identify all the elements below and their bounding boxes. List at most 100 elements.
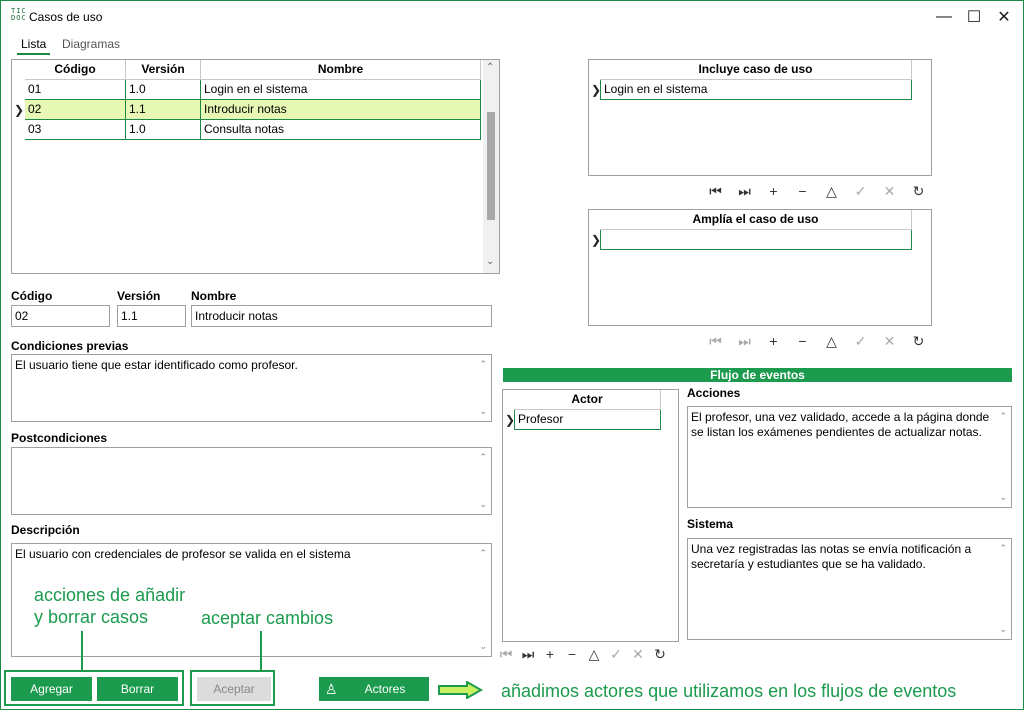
annotation-actors: añadimos actores que utilizamos en los f… [501, 681, 957, 701]
scroll-down-icon[interactable]: ⌄ [486, 256, 494, 267]
last-icon[interactable]: ⏭ [517, 644, 539, 664]
confirm-icon[interactable]: ✓ [605, 644, 627, 664]
first-icon[interactable]: ⏮ [495, 644, 517, 664]
sistema-label: Sistema [687, 517, 734, 531]
scroll-down-icon[interactable]: ⌄ [479, 404, 487, 419]
includes-header[interactable]: Incluye caso de uso [600, 60, 912, 80]
version-label: Versión [117, 289, 161, 303]
actor-icon: ♙ [325, 681, 338, 697]
tab-lista[interactable]: Lista [17, 35, 51, 55]
window-title: Casos de uso [29, 10, 103, 24]
cell-codigo: 03 [25, 120, 126, 140]
precond-textarea[interactable]: El usuario tiene que estar identificado … [11, 354, 492, 422]
annotation-line [260, 631, 262, 671]
extends-header[interactable]: Amplía el caso de uso [600, 210, 912, 230]
scroll-down-icon[interactable]: ⌄ [479, 639, 487, 654]
cell-version: 1.0 [126, 80, 201, 100]
nombre-input[interactable]: Introducir notas [191, 305, 492, 327]
scroll-down-icon[interactable]: ⌄ [479, 497, 487, 512]
desc-label: Descripción [11, 523, 80, 537]
postcond-label: Postcondiciones [11, 431, 108, 445]
scroll-up-icon[interactable]: ⌃ [999, 409, 1007, 424]
tab-diagramas[interactable]: Diagramas [58, 35, 124, 55]
actor-header[interactable]: Actor [514, 390, 661, 410]
extends-nav: ⏮ ⏭ + − △ ✓ ✕ ↻ [701, 331, 933, 351]
cell-version: 1.0 [126, 120, 201, 140]
acciones-textarea[interactable]: El profesor, una vez validado, accede a … [687, 406, 1012, 508]
scroll-down-icon[interactable]: ⌄ [999, 490, 1007, 505]
add-icon[interactable]: + [539, 644, 561, 664]
first-icon[interactable]: ⏮ [701, 331, 730, 351]
acciones-label: Acciones [687, 386, 741, 400]
agregar-button[interactable]: Agregar [11, 677, 92, 701]
annotation-add-delete: acciones de añadir y borrar casos [34, 585, 186, 627]
close-button[interactable]: ✕ [989, 5, 1019, 29]
actores-button-label: Actores [364, 682, 406, 696]
column-header-codigo[interactable]: Código [25, 60, 126, 80]
refresh-icon[interactable]: ↻ [649, 644, 671, 664]
borrar-button[interactable]: Borrar [97, 677, 178, 701]
cell-nombre: Login en el sistema [201, 80, 481, 100]
extends-cell [600, 230, 912, 250]
scroll-up-icon[interactable]: ⌃ [999, 541, 1007, 556]
actor-nav: ⏮ ⏭ + − △ ✓ ✕ ↻ [495, 644, 671, 664]
refresh-icon[interactable]: ↻ [904, 181, 933, 201]
refresh-icon[interactable]: ↻ [904, 331, 933, 351]
first-icon[interactable]: ⏮ [701, 181, 730, 201]
table-row-selected[interactable]: ❯ 02 1.1 Introducir notas [12, 100, 482, 120]
remove-icon[interactable]: − [788, 331, 817, 351]
desc-text: El usuario con credenciales de profesor … [15, 547, 351, 561]
acciones-text: El profesor, una vez validado, accede a … [691, 410, 990, 439]
confirm-icon[interactable]: ✓ [846, 331, 875, 351]
precond-label: Condiciones previas [11, 339, 129, 353]
remove-icon[interactable]: − [561, 644, 583, 664]
cell-version: 1.1 [126, 100, 201, 120]
cancel-icon[interactable]: ✕ [875, 181, 904, 201]
remove-icon[interactable]: − [788, 181, 817, 201]
includes-nav: ⏮ ⏭ + − △ ✓ ✕ ↻ [701, 181, 933, 201]
includes-cell: Login en el sistema [600, 80, 912, 100]
column-header-version[interactable]: Versión [126, 60, 201, 80]
actores-button[interactable]: ♙ Actores [319, 677, 429, 701]
scroll-up-icon[interactable]: ⌃ [479, 546, 487, 561]
cell-nombre: Consulta notas [201, 120, 481, 140]
aceptar-button[interactable]: Aceptar [197, 677, 271, 701]
table-row[interactable]: 01 1.0 Login en el sistema [12, 80, 482, 100]
cancel-icon[interactable]: ✕ [875, 331, 904, 351]
version-input[interactable]: 1.1 [117, 305, 186, 327]
cell-nombre: Introducir notas [201, 100, 481, 120]
cell-codigo: 01 [25, 80, 126, 100]
title-bar: TIC DOC Casos de uso — ☐ ✕ [1, 1, 1023, 33]
sistema-text: Una vez registradas las notas se envía n… [691, 542, 972, 571]
up-icon[interactable]: △ [583, 644, 605, 664]
table-row[interactable]: 03 1.0 Consulta notas [12, 120, 482, 140]
scroll-up-icon[interactable]: ⌃ [486, 62, 494, 73]
cancel-icon[interactable]: ✕ [627, 644, 649, 664]
list-item[interactable]: ❯ Login en el sistema [589, 80, 919, 100]
column-header-nombre[interactable]: Nombre [201, 60, 481, 80]
codigo-input[interactable]: 02 [11, 305, 110, 327]
add-icon[interactable]: + [759, 331, 788, 351]
app-window: TIC DOC Casos de uso — ☐ ✕ Lista Diagram… [0, 0, 1024, 710]
codigo-label: Código [11, 289, 53, 303]
scroll-up-icon[interactable]: ⌃ [479, 357, 487, 372]
list-item[interactable]: ❯ [589, 230, 919, 250]
scroll-down-icon[interactable]: ⌄ [999, 622, 1007, 637]
includes-grid: Incluye caso de uso ❯ Login en el sistem… [588, 59, 932, 176]
list-item[interactable]: ❯ Profesor [503, 410, 663, 430]
postcond-textarea[interactable]: ⌃ ⌄ [11, 447, 492, 515]
scroll-thumb[interactable] [487, 112, 495, 220]
cases-grid: Código Versión Nombre 01 1.0 Login en el… [11, 59, 500, 274]
minimize-button[interactable]: — [929, 5, 959, 29]
add-icon[interactable]: + [759, 181, 788, 201]
last-icon[interactable]: ⏭ [730, 181, 759, 201]
cases-grid-scrollbar[interactable]: ⌃ ⌄ [483, 60, 499, 273]
maximize-button[interactable]: ☐ [959, 5, 989, 29]
actor-grid: Actor ❯ Profesor [502, 389, 679, 642]
confirm-icon[interactable]: ✓ [846, 181, 875, 201]
sistema-textarea[interactable]: Una vez registradas las notas se envía n… [687, 538, 1012, 640]
up-icon[interactable]: △ [817, 181, 846, 201]
scroll-up-icon[interactable]: ⌃ [479, 450, 487, 465]
up-icon[interactable]: △ [817, 331, 846, 351]
last-icon[interactable]: ⏭ [730, 331, 759, 351]
